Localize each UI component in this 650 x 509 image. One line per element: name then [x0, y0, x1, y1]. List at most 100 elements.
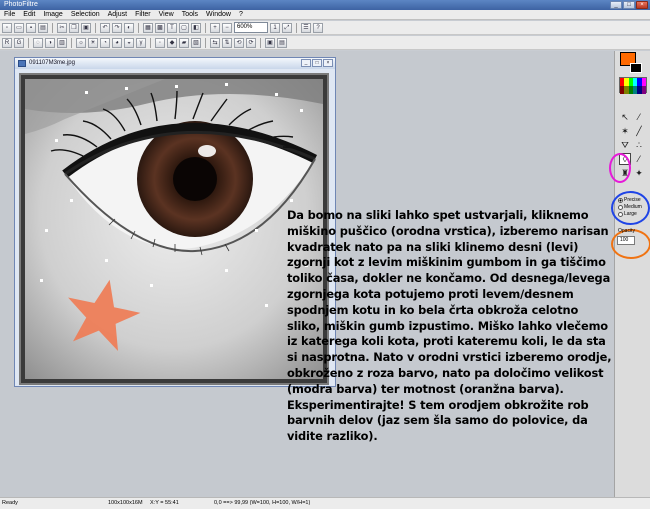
rotate-right-icon[interactable]: ⟳	[246, 37, 256, 48]
magic-wand-icon[interactable]: ✶	[619, 125, 631, 137]
blur-icon[interactable]: ◦	[155, 37, 165, 48]
opacity-input[interactable]: 100	[617, 236, 635, 245]
toolbar-separator	[71, 37, 72, 48]
toolbar-separator	[150, 37, 151, 48]
toolbar-separator	[52, 22, 53, 33]
contrast-down-icon[interactable]: ◔	[100, 37, 110, 48]
fit-window-icon[interactable]: ⤢	[282, 22, 292, 33]
saturation-icon[interactable]: ◒	[124, 37, 134, 48]
auto-levels-icon[interactable]: ▥	[57, 37, 67, 48]
zoom-out-icon[interactable]: −	[222, 22, 232, 33]
menu-edit[interactable]: Edit	[23, 10, 35, 19]
clone-stamp-icon[interactable]: ♜	[619, 167, 631, 179]
color-swatches[interactable]	[619, 77, 647, 94]
window-controls: _ □ ×	[610, 1, 648, 9]
select-arrow-icon[interactable]: ↖	[619, 111, 631, 123]
fullscreen-icon[interactable]: ▣	[265, 37, 275, 48]
image-canvas[interactable]	[19, 73, 329, 385]
menu-image[interactable]: Image	[43, 10, 62, 19]
contrast-up-icon[interactable]: ◕	[112, 37, 122, 48]
radio-precise[interactable]	[618, 198, 623, 203]
zoom-in-icon[interactable]: +	[210, 22, 220, 33]
flip-horizontal-icon[interactable]: ⇆	[210, 37, 220, 48]
brightness-up-icon[interactable]: ☀	[88, 37, 98, 48]
actual-size-icon[interactable]: 1	[270, 22, 280, 33]
flip-vertical-icon[interactable]: ⇅	[222, 37, 232, 48]
emboss-icon[interactable]: ▰	[179, 37, 189, 48]
image-maximize-button[interactable]: □	[312, 59, 322, 67]
print-icon[interactable]: ▤	[38, 22, 48, 33]
menu-adjust[interactable]: Adjust	[108, 10, 127, 19]
eye-artwork	[25, 79, 323, 379]
auto-contrast-icon[interactable]: ◑	[45, 37, 55, 48]
copy-icon[interactable]: ❐	[69, 22, 79, 33]
grayscale-icon[interactable]: G	[14, 37, 24, 48]
close-button[interactable]: ×	[636, 1, 648, 9]
help-icon[interactable]: ?	[313, 22, 323, 33]
image-size-icon[interactable]: ▦	[143, 22, 153, 33]
status-state: Ready	[2, 500, 18, 506]
menu-tools[interactable]: Tools	[182, 10, 198, 19]
image-window-title-bar[interactable]: 091107M3me.jpg _ □ ×	[15, 58, 335, 69]
status-bar: Ready 100x100x16M X:Y = 55:41 0,0 ==> 99…	[0, 497, 650, 509]
line-icon[interactable]: ╱	[633, 125, 645, 137]
minimize-button[interactable]: _	[610, 1, 622, 9]
image-minimize-button[interactable]: _	[301, 59, 311, 67]
maximize-button[interactable]: □	[623, 1, 635, 9]
menu-window[interactable]: Window	[206, 10, 231, 19]
manager-icon[interactable]: ☰	[301, 22, 311, 33]
filter-toolbar: R G ◌ ◑ ▥ ☼ ☀ ◔ ◕ ◒ γ ◦ ◆ ▰ ▧ ⇆ ⇅ ⟲ ⟳ ▣ …	[0, 36, 650, 50]
menu-help[interactable]: ?	[239, 10, 243, 19]
sharpen-icon[interactable]: ◆	[167, 37, 177, 48]
image-window-controls: _ □ ×	[301, 59, 333, 67]
size-option-large[interactable]: Large	[618, 211, 648, 218]
zoom-select[interactable]: 600%	[234, 22, 268, 33]
fade-icon[interactable]: ◐	[124, 22, 134, 33]
rotate-left-icon[interactable]: ⟲	[234, 37, 244, 48]
menu-selection[interactable]: Selection	[71, 10, 100, 19]
menu-file[interactable]: File	[4, 10, 15, 19]
eyedropper-icon[interactable]: ⁄	[633, 111, 645, 123]
undo-icon[interactable]: ↶	[100, 22, 110, 33]
fill-bucket-icon[interactable]: ⛛	[619, 139, 631, 151]
radio-medium[interactable]	[618, 205, 623, 210]
transparent-color-icon[interactable]: ◌	[33, 37, 43, 48]
toolbar-separator	[28, 37, 29, 48]
open-file-icon[interactable]: ▭	[14, 22, 24, 33]
brush-icon[interactable]: ⁄	[633, 153, 645, 165]
radio-large[interactable]	[618, 212, 623, 217]
size-option-medium[interactable]: Medium	[618, 204, 648, 211]
toolbar-separator	[138, 22, 139, 33]
gamma-icon[interactable]: γ	[136, 37, 146, 48]
size-option-label: Precise	[624, 197, 641, 203]
image-close-button[interactable]: ×	[323, 59, 333, 67]
texture-icon[interactable]: ▧	[191, 37, 201, 48]
new-file-icon[interactable]: ▫	[2, 22, 12, 33]
text-icon[interactable]: T	[167, 22, 177, 33]
opacity-label: Opacity	[618, 228, 635, 234]
menu-bar: File Edit Image Selection Adjust Filter …	[0, 10, 650, 20]
canvas-size-icon[interactable]: ▩	[155, 22, 165, 33]
frame-icon[interactable]: ▢	[179, 22, 189, 33]
status-selection: 0,0 ==> 99,99 (W=100, H=100, W/H=1)	[214, 500, 311, 506]
save-icon[interactable]: ▪	[26, 22, 36, 33]
menu-view[interactable]: View	[159, 10, 174, 19]
blur-drop-icon[interactable]: ◊	[619, 153, 631, 165]
status-image-size: 100x100x16M	[108, 500, 143, 506]
size-option-precise[interactable]: Precise	[618, 197, 648, 204]
toolbar-separator	[260, 37, 261, 48]
paste-icon[interactable]: ▣	[81, 22, 91, 33]
background-color[interactable]	[630, 63, 642, 73]
spray-icon[interactable]: ∴	[633, 139, 645, 151]
rgb-mode-icon[interactable]: R	[2, 37, 12, 48]
scanner-icon[interactable]: ▤	[277, 37, 287, 48]
toolbar-separator	[95, 22, 96, 33]
toolbar-separator	[296, 22, 297, 33]
menu-filter[interactable]: Filter	[135, 10, 151, 19]
brightness-down-icon[interactable]: ☼	[76, 37, 86, 48]
title-bar: PhotoFiltre _ □ ×	[0, 0, 650, 10]
cut-icon[interactable]: ✂	[57, 22, 67, 33]
redo-icon[interactable]: ↷	[112, 22, 122, 33]
shapes-icon[interactable]: ✦	[633, 167, 645, 179]
mask-icon[interactable]: ◧	[191, 22, 201, 33]
